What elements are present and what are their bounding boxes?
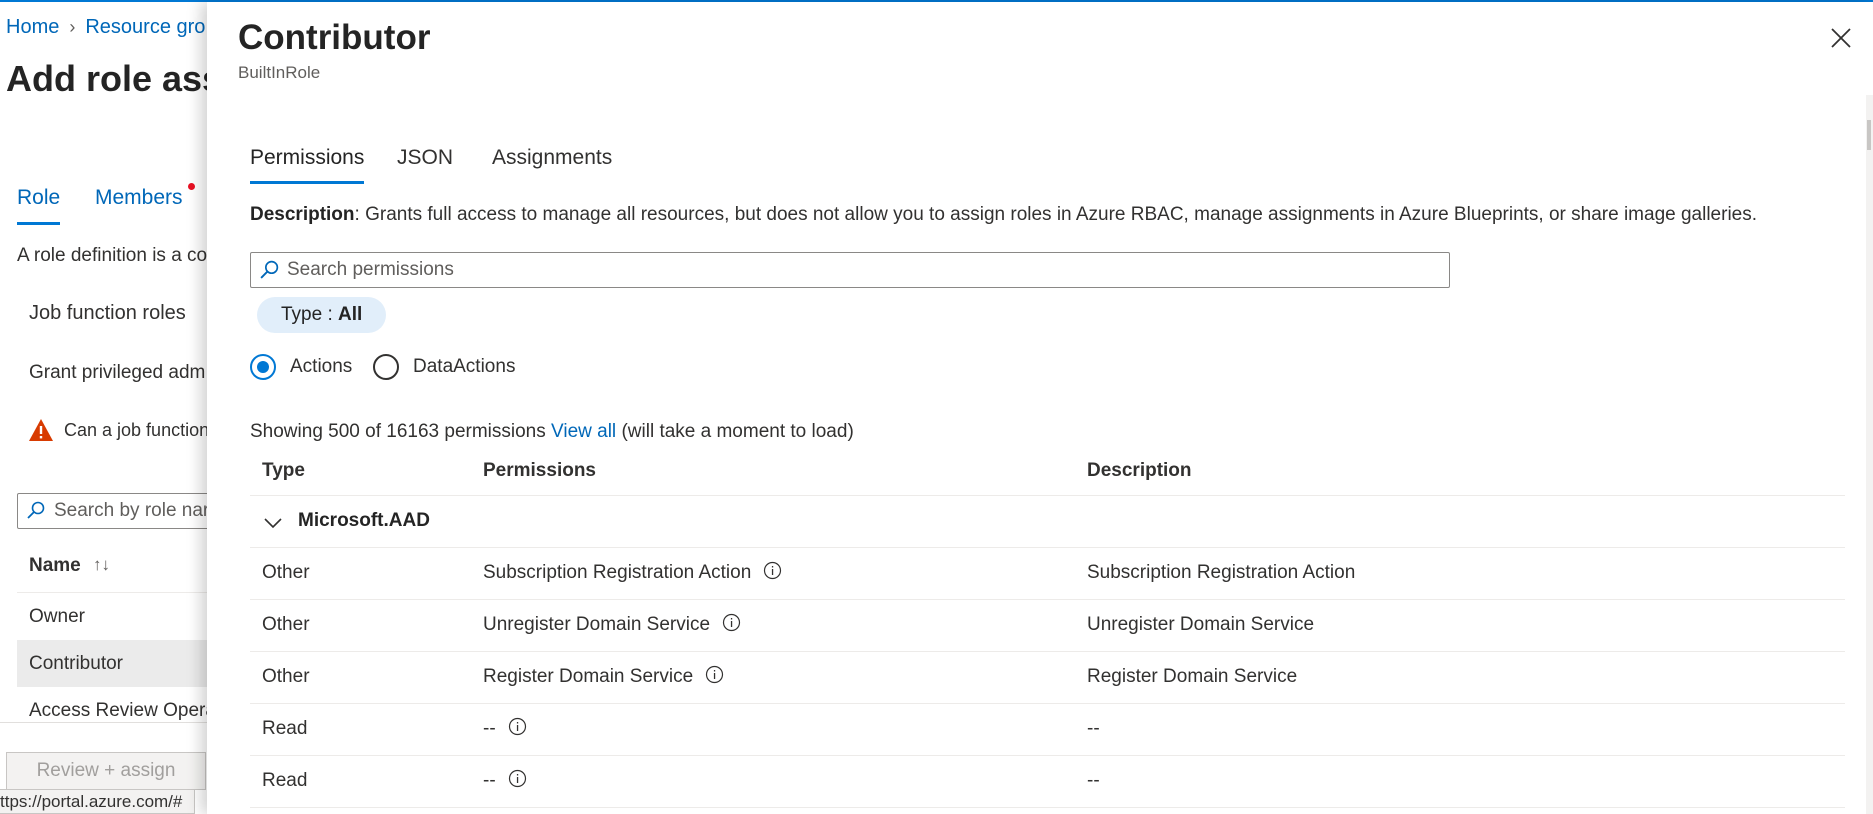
row-permission-text: Unregister Domain Service [483,614,711,635]
chevron-right-icon: › [69,17,76,37]
panel-subtitle: BuiltInRole [238,63,321,82]
role-search-input[interactable]: Search by role nar [17,493,217,529]
header-permissions: Permissions [483,460,596,481]
description-text: : Grants full access to manage all resou… [354,204,1758,225]
info-icon[interactable] [508,717,527,736]
description-label: Description [250,204,355,225]
close-icon [1831,27,1851,48]
row-permission-text: Subscription Registration Action [483,562,752,583]
status-url-bar: ttps://portal.azure.com/# [0,789,196,814]
row-description: -- [1087,718,1100,739]
search-icon [27,501,45,519]
tab-members[interactable]: Members [95,186,183,210]
job-function-roles-tab[interactable]: Job function roles [29,302,186,325]
table-row: Read -- -- [250,704,1845,756]
review-assign-button[interactable]: Review + assign [6,752,206,790]
row-description: Register Domain Service [1087,666,1298,687]
tab-assignments[interactable]: Assignments [492,146,612,170]
row-permission: Register Domain Service [483,666,724,688]
radio-dataactions-label: DataActions [413,356,516,377]
row-type: Other [262,666,310,687]
type-filter-value: All [338,304,363,325]
info-icon[interactable] [763,561,782,580]
radio-circle [373,354,399,380]
page-scrollbar[interactable] [1866,95,1873,814]
showing-prefix: Showing 500 of 16163 permissions [250,421,552,442]
warning-text: Can a job function [64,420,210,440]
table-row: Other Subscription Registration Action S… [250,548,1845,600]
info-icon[interactable] [508,769,527,788]
row-description: -- [1087,770,1100,791]
row-permission: -- [483,718,527,740]
table-row: Read -- -- [250,756,1845,808]
table-row: Other Unregister Domain Service Unregist… [250,600,1845,652]
required-indicator-dot [188,183,195,190]
role-details-panel: Contributor BuiltInRole Permissions JSON… [207,2,1873,814]
permissions-search-input[interactable] [287,256,1437,284]
scrollbar-thumb[interactable] [1867,120,1871,150]
radio-actions-label: Actions [290,356,353,377]
role-row-contributor[interactable]: Contributor [17,640,217,687]
row-permission: -- [483,770,527,792]
radio-circle [250,354,276,380]
row-description: Subscription Registration Action [1087,562,1356,583]
sort-icon[interactable]: ↑↓ [93,555,110,575]
privileged-admin-roles-tab[interactable]: Grant privileged adm [29,362,205,384]
role-description: Description: Grants full access to manag… [250,204,1757,226]
page-title: Add role ass [6,58,223,99]
info-icon[interactable] [705,665,724,684]
header-description: Description [1087,460,1192,481]
row-permission-text: Register Domain Service [483,666,694,687]
panel-title: Contributor [238,18,431,57]
type-filter-pill[interactable]: Type : All [257,297,387,333]
permissions-count-text: Showing 500 of 16163 permissions View al… [250,421,854,443]
role-search-placeholder: Search by role nar [54,500,210,521]
view-all-link[interactable]: View all [551,421,616,442]
role-row-owner[interactable]: Owner [17,593,217,640]
group-row-microsoft-aad[interactable]: Microsoft.AAD [250,496,1845,548]
table-row: Other Register Domain Service Register D… [250,652,1845,704]
row-permission-text: -- [483,770,496,791]
breadcrumb-home[interactable]: Home [6,16,59,38]
breadcrumb-resource-group[interactable]: Resource gro [85,16,205,38]
breadcrumb: Home › Resource gro [6,16,205,39]
row-permission-text: -- [483,718,496,739]
role-definition-text: A role definition is a co [17,245,208,266]
row-permission: Subscription Registration Action [483,562,782,584]
tab-role[interactable]: Role [17,186,61,225]
showing-suffix: (will take a moment to load) [616,421,854,442]
row-description: Unregister Domain Service [1087,614,1315,635]
warning-icon [29,419,53,441]
permissions-search[interactable] [250,252,1450,288]
info-icon[interactable] [722,613,741,632]
header-type: Type [262,460,305,481]
tab-json[interactable]: JSON [397,146,453,170]
chevron-down-icon[interactable] [262,512,284,534]
name-column-header[interactable]: Name [29,555,81,577]
row-permission: Unregister Domain Service [483,614,741,636]
search-icon [260,260,279,279]
type-filter-label: Type : [281,304,339,325]
close-button[interactable] [1826,24,1856,54]
row-type: Other [262,562,310,583]
row-type: Other [262,614,310,635]
row-type: Read [262,718,308,739]
row-type: Read [262,770,308,791]
group-label: Microsoft.AAD [298,510,430,531]
table-header: Type Permissions Description [250,452,1845,496]
tab-permissions[interactable]: Permissions [250,146,365,184]
